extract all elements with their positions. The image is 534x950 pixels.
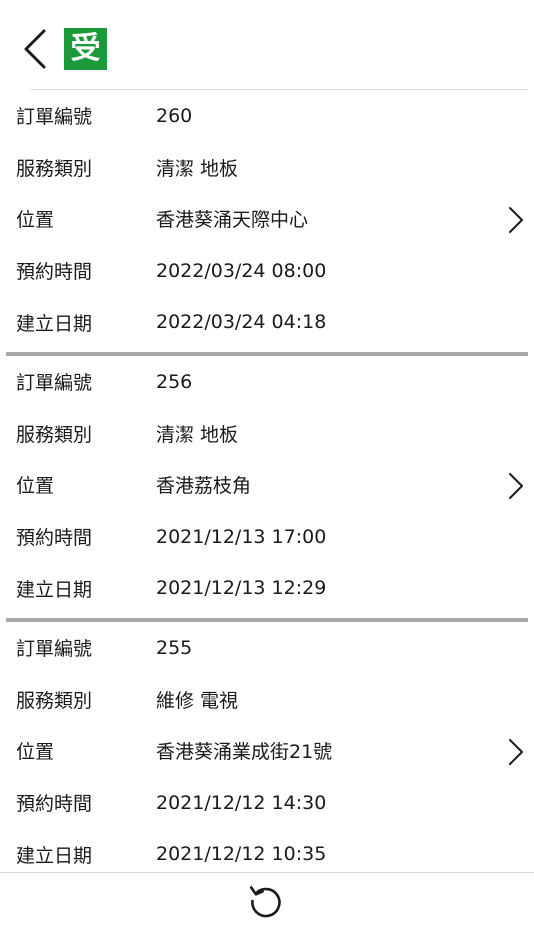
- service-type-value: 清潔 地板: [156, 157, 239, 180]
- appointment-time-row: 預約時間 2022/03/24 08:00: [0, 245, 534, 297]
- location-value: 香港葵涌天際中心: [156, 209, 309, 232]
- service-type-row: 服務類別 維修 電視: [0, 674, 534, 726]
- location-label: 位置: [16, 209, 55, 232]
- appointment-time-label: 預約時間: [16, 793, 93, 816]
- chevron-right-icon[interactable]: [506, 206, 526, 234]
- appointment-time-value: 2021/12/12 14:30: [156, 791, 327, 814]
- order-number-value: 255: [156, 636, 193, 659]
- created-date-value: 2021/12/13 12:29: [156, 577, 327, 600]
- created-date-value: 2021/12/12 10:35: [156, 843, 327, 866]
- appointment-time-label: 預約時間: [16, 527, 93, 550]
- order-number-label: 訂單編號: [16, 106, 93, 129]
- order-number-label: 訂單編號: [16, 638, 93, 661]
- location-value: 香港荔枝角: [156, 475, 252, 498]
- created-date-label: 建立日期: [16, 844, 93, 867]
- refresh-icon[interactable]: [247, 882, 285, 920]
- order-list: 訂單編號 260 服務類別 清潔 地板 位置 香港葵涌天際中心 預約時間 202…: [0, 90, 534, 884]
- order-number-row: 訂單編號 256: [0, 356, 534, 408]
- order-card: 訂單編號 256 服務類別 清潔 地板 位置 香港荔枝角 預約時間 2021/1…: [0, 356, 534, 618]
- order-number-value: 260: [156, 104, 193, 127]
- chevron-right-icon[interactable]: [506, 472, 526, 500]
- service-type-label: 服務類別: [16, 689, 93, 712]
- app-logo: 受: [64, 28, 107, 70]
- created-date-label: 建立日期: [16, 578, 93, 601]
- appointment-time-row: 預約時間 2021/12/13 17:00: [0, 511, 534, 563]
- order-card: 訂單編號 255 服務類別 維修 電視 位置 香港葵涌業成街21號 預約時間 2…: [0, 622, 534, 884]
- order-number-label: 訂單編號: [16, 372, 93, 395]
- service-type-row: 服務類別 清潔 地板: [0, 408, 534, 460]
- order-number-row: 訂單編號 255: [0, 622, 534, 674]
- service-type-row: 服務類別 清潔 地板: [0, 142, 534, 194]
- service-type-label: 服務類別: [16, 423, 93, 446]
- appointment-time-value: 2022/03/24 08:00: [156, 259, 327, 282]
- service-type-label: 服務類別: [16, 157, 93, 180]
- location-label: 位置: [16, 741, 55, 764]
- location-row[interactable]: 位置 香港荔枝角: [0, 459, 534, 511]
- chevron-right-icon[interactable]: [506, 738, 526, 766]
- header: 受: [0, 0, 534, 90]
- created-date-label: 建立日期: [16, 312, 93, 335]
- location-row[interactable]: 位置 香港葵涌業成街21號: [0, 725, 534, 777]
- service-type-value: 清潔 地板: [156, 423, 239, 446]
- appointment-time-row: 預約時間 2021/12/12 14:30: [0, 777, 534, 829]
- order-number-value: 256: [156, 370, 193, 393]
- location-value: 香港葵涌業成街21號: [156, 741, 333, 764]
- appointment-time-label: 預約時間: [16, 261, 93, 284]
- appointment-time-value: 2021/12/13 17:00: [156, 525, 327, 548]
- service-type-value: 維修 電視: [156, 689, 239, 712]
- order-card: 訂單編號 260 服務類別 清潔 地板 位置 香港葵涌天際中心 預約時間 202…: [0, 90, 534, 352]
- created-date-row: 建立日期 2021/12/13 12:29: [0, 562, 534, 614]
- chevron-left-icon[interactable]: [18, 26, 52, 72]
- location-label: 位置: [16, 475, 55, 498]
- created-date-row: 建立日期 2022/03/24 04:18: [0, 296, 534, 348]
- location-row[interactable]: 位置 香港葵涌天際中心: [0, 193, 534, 245]
- footer-divider: [0, 872, 534, 873]
- order-number-row: 訂單編號 260: [0, 90, 534, 142]
- created-date-value: 2022/03/24 04:18: [156, 311, 327, 334]
